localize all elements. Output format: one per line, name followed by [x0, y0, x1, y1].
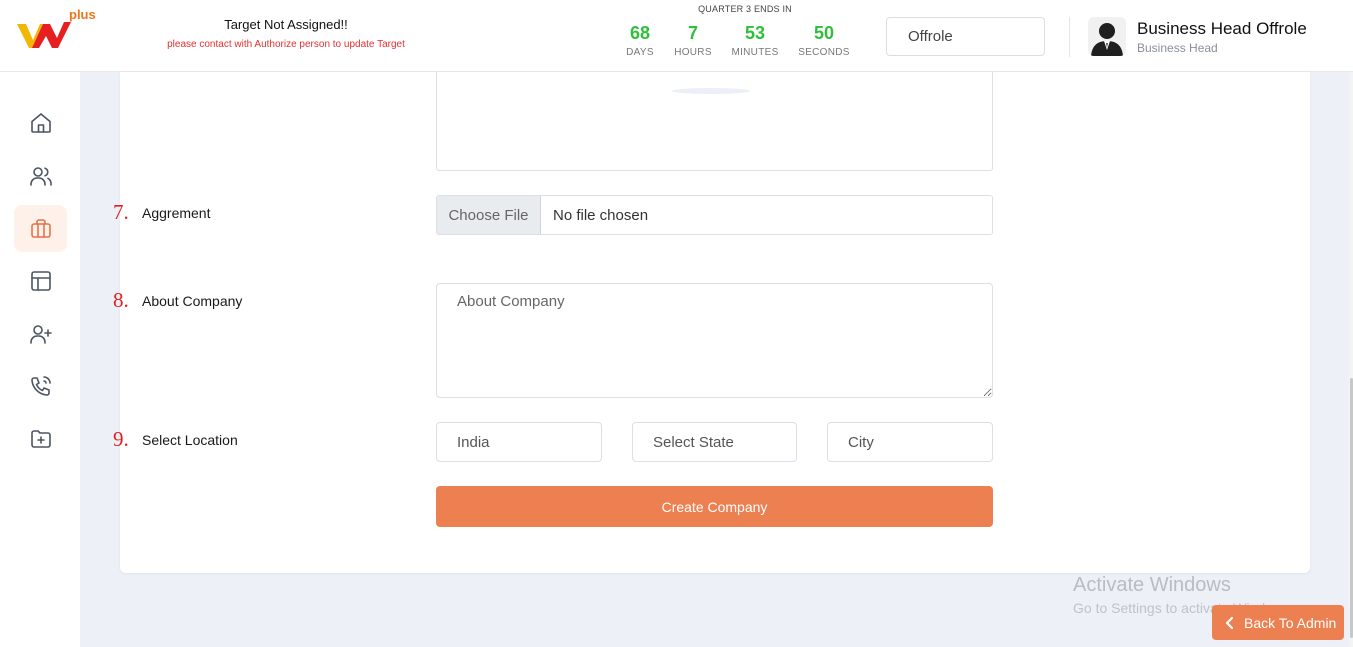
sidebar-item-add-user[interactable]: [14, 310, 67, 357]
sidebar-item-files[interactable]: [14, 415, 67, 462]
logo-mark-icon: plus: [17, 8, 96, 48]
users-icon: [29, 166, 52, 186]
role-select[interactable]: Offrole: [886, 17, 1045, 56]
chevron-left-icon: [1225, 616, 1234, 629]
windows-watermark-title: Activate Windows: [1073, 574, 1231, 596]
avatar[interactable]: [1088, 17, 1126, 56]
loading-indicator: [672, 88, 750, 94]
user-role: Business Head: [1137, 41, 1218, 55]
agreement-file-input[interactable]: Choose File No file chosen: [436, 195, 993, 235]
sidebar-item-home[interactable]: [14, 99, 67, 146]
countdown-value: 68: [629, 23, 651, 43]
sidebar: [0, 72, 80, 647]
file-status: No file chosen: [553, 206, 649, 224]
state-select[interactable]: Select State: [632, 422, 797, 462]
city-input[interactable]: City: [827, 422, 993, 462]
countdown-hours: 7 HOURS: [670, 23, 716, 58]
countdown-minutes: 53 MINUTES: [728, 23, 782, 58]
countdown-unit: HOURS: [674, 47, 712, 58]
back-to-admin-label: Back To Admin: [1244, 614, 1337, 631]
select-location-label: Select Location: [142, 432, 238, 448]
layout-icon: [30, 270, 51, 291]
top-header: plus Target Not Assigned!! please contac…: [0, 0, 1353, 72]
svg-text:plus: plus: [69, 8, 96, 22]
countdown-unit: MINUTES: [731, 47, 779, 58]
target-subtitle: please contact with Authorize person to …: [167, 39, 405, 50]
step-number: 7.: [113, 200, 129, 224]
quarter-label: QUARTER 3 ENDS IN: [698, 4, 792, 14]
target-notice: Target Not Assigned!! please contact wit…: [150, 17, 422, 50]
about-company-textarea[interactable]: [436, 283, 993, 398]
user-name[interactable]: Business Head Offrole: [1137, 19, 1307, 39]
sidebar-item-company[interactable]: [14, 205, 67, 252]
header-divider: [1069, 17, 1070, 57]
step-number: 9.: [113, 427, 129, 451]
user-silhouette-icon: [1091, 23, 1123, 56]
choose-file-button[interactable]: Choose File: [437, 196, 541, 234]
countdown-value: 53: [744, 23, 766, 43]
about-company-label: About Company: [142, 293, 243, 309]
agreement-label: Aggrement: [142, 205, 211, 221]
user-plus-icon: [29, 324, 52, 344]
app-logo[interactable]: plus: [14, 8, 109, 58]
home-icon: [30, 112, 51, 133]
target-title: Target Not Assigned!!: [224, 17, 348, 32]
briefcase-icon: [30, 218, 51, 238]
country-select[interactable]: India: [436, 422, 602, 462]
previous-field-box[interactable]: [436, 72, 993, 171]
back-to-admin-button[interactable]: Back To Admin: [1212, 605, 1344, 640]
countdown-value: 7: [687, 23, 698, 43]
countdown-unit: SECONDS: [798, 47, 850, 58]
sidebar-item-users[interactable]: [14, 152, 67, 199]
countdown-days: 68 DAYS: [620, 23, 660, 58]
sidebar-item-layout[interactable]: [14, 257, 67, 304]
sidebar-item-calls[interactable]: [14, 362, 67, 409]
phone-call-icon: [30, 375, 51, 396]
create-company-button[interactable]: Create Company: [436, 486, 993, 527]
countdown-unit: DAYS: [626, 47, 654, 58]
countdown-seconds: 50 SECONDS: [794, 23, 854, 58]
folder-plus-icon: [30, 429, 51, 448]
countdown-value: 50: [813, 23, 835, 43]
step-number: 8.: [113, 288, 129, 312]
